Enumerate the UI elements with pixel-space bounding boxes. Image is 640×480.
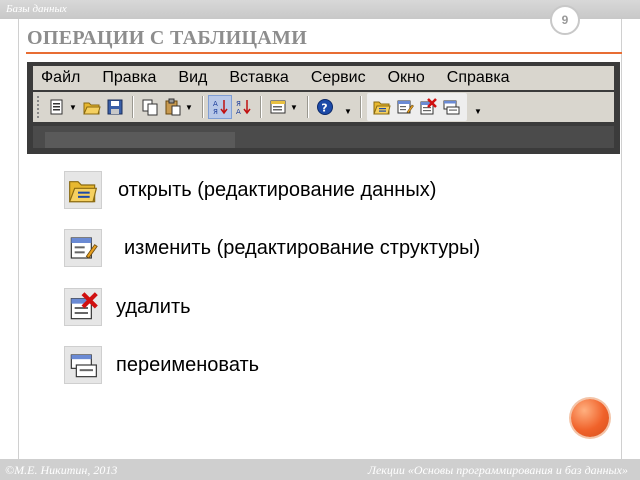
app-window-fragment: Файл Правка Вид Вставка Сервис Окно Спра… — [27, 62, 620, 154]
form-dropdown-arrow[interactable]: ▼ — [290, 96, 298, 118]
toolbar-separator — [360, 96, 362, 118]
folder-open-icon[interactable] — [81, 96, 103, 118]
operation-row-design: изменить (редактирование структуры) — [64, 229, 480, 267]
view-dropdown-arrow[interactable]: ▼ — [69, 96, 77, 118]
open-table-icon[interactable] — [371, 96, 393, 118]
svg-text:Я: Я — [213, 108, 218, 116]
svg-text:?: ? — [321, 102, 327, 115]
toolbar-separator — [307, 96, 309, 118]
section-label: Базы данных — [6, 3, 67, 15]
document-strip — [33, 126, 614, 148]
delete-table-icon[interactable] — [417, 96, 439, 118]
menu-bar: Файл Правка Вид Вставка Сервис Окно Спра… — [33, 66, 614, 90]
operation-label-rename: переименовать — [116, 353, 260, 376]
slide-number: 9 — [550, 5, 580, 35]
menu-edit[interactable]: Правка — [102, 69, 156, 87]
table-operations-group — [367, 93, 467, 121]
sort-ascending-icon[interactable]: АЯ — [208, 95, 232, 119]
operation-label-design: изменить (редактирование структуры) — [124, 236, 481, 259]
rename-table-icon[interactable] — [440, 96, 462, 118]
menu-view[interactable]: Вид — [178, 69, 207, 87]
svg-text:Я: Я — [236, 100, 241, 108]
menu-insert[interactable]: Вставка — [229, 69, 288, 87]
footer-author: ©М.Е. Никитин, 2013 — [5, 463, 118, 477]
operation-row-open: открыть (редактирование данных) — [64, 171, 436, 209]
toolbar-overflow-arrow[interactable]: ▼ — [341, 96, 355, 118]
operation-row-delete: удалить — [64, 288, 191, 326]
toolbar: ▼ ▼ АЯ ЯА ▼ ? ▼ ▼ — [33, 92, 614, 122]
save-icon[interactable] — [104, 96, 126, 118]
open-table-icon — [64, 171, 102, 209]
toolbar-overflow-arrow-2[interactable]: ▼ — [471, 96, 485, 118]
copy-icon[interactable] — [139, 96, 161, 118]
paste-icon[interactable] — [162, 96, 184, 118]
operation-label-open: открыть (редактирование данных) — [118, 178, 437, 201]
rename-table-icon — [64, 346, 102, 384]
toolbar-separator — [260, 96, 262, 118]
sort-descending-icon[interactable]: ЯА — [232, 96, 254, 118]
design-table-icon — [64, 229, 102, 267]
operation-row-rename: переименовать — [64, 346, 259, 384]
design-table-icon[interactable] — [394, 96, 416, 118]
view-icon[interactable] — [46, 96, 68, 118]
menu-file[interactable]: Файл — [41, 69, 80, 87]
help-icon[interactable]: ? — [314, 96, 336, 118]
menu-help[interactable]: Справка — [447, 69, 510, 87]
decorative-orange-ball — [571, 399, 609, 437]
toolbar-grip[interactable] — [37, 96, 40, 118]
form-icon[interactable] — [267, 96, 289, 118]
top-band: Базы данных — [0, 0, 640, 19]
operation-label-delete: удалить — [116, 295, 191, 318]
document-tab — [45, 132, 235, 148]
footer-course: Лекции «Основы программирования и баз да… — [367, 463, 628, 477]
paste-dropdown-arrow[interactable]: ▼ — [185, 96, 193, 118]
svg-text:А: А — [213, 100, 218, 108]
menu-tools[interactable]: Сервис — [311, 69, 366, 87]
toolbar-separator — [202, 96, 204, 118]
slide-title: ОПЕРАЦИИ С ТАБЛИЦАМИ — [27, 27, 308, 49]
toolbar-separator — [132, 96, 134, 118]
menu-window[interactable]: Окно — [388, 69, 425, 87]
svg-text:А: А — [236, 108, 241, 116]
delete-table-icon — [64, 288, 102, 326]
title-underline — [26, 52, 622, 54]
